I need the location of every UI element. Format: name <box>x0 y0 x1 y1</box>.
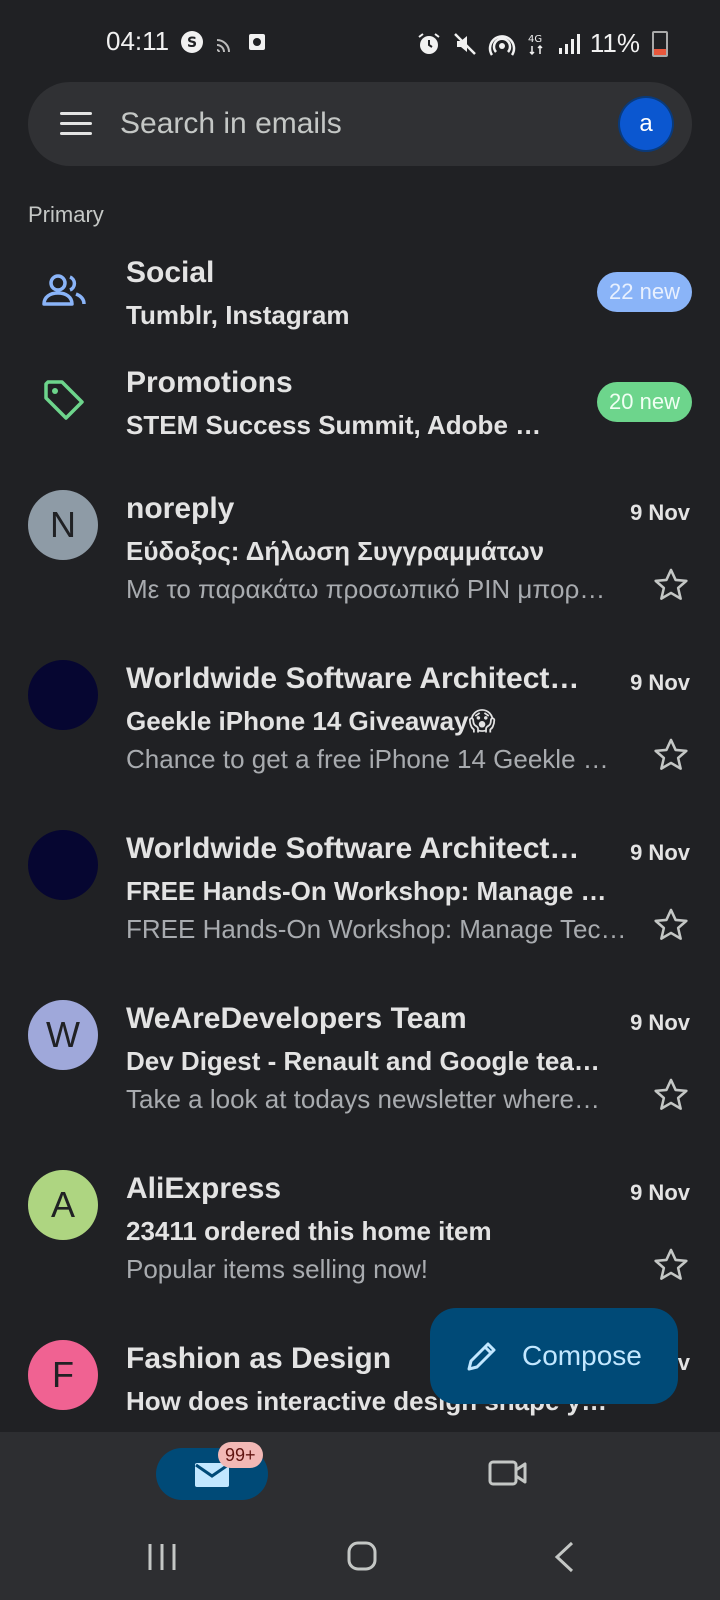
svg-text:4G: 4G <box>528 34 542 45</box>
sender-avatar <box>28 830 98 900</box>
recent-apps-icon[interactable] <box>146 1542 178 1572</box>
video-camera-icon[interactable] <box>488 1456 528 1490</box>
star-icon[interactable] <box>652 906 690 944</box>
sender-name: noreply <box>126 492 235 525</box>
email-subject: FREE Hands-On Workshop: Manage … <box>126 876 607 906</box>
category-title: Social <box>126 256 215 289</box>
status-time: 04:11 <box>106 26 170 56</box>
sender-avatar: N <box>28 490 98 560</box>
status-left-icons: S <box>180 30 268 54</box>
hamburger-menu-icon[interactable] <box>60 112 92 136</box>
email-date: 9 Nov <box>630 670 690 695</box>
battery-percent: 11% <box>589 28 640 58</box>
back-icon[interactable] <box>552 1540 576 1574</box>
star-icon[interactable] <box>652 1246 690 1284</box>
search-bar[interactable]: Search in emails a <box>28 82 692 166</box>
sender-name: AliExpress <box>126 1172 282 1205</box>
email-row[interactable]: Worldwide Software Architect… 9 Nov FREE… <box>0 830 720 1000</box>
status-bar: 04:11 S 4G 11% <box>0 0 720 88</box>
email-row[interactable]: Worldwide Software Architect… 9 Nov Geek… <box>0 660 720 830</box>
sender-name: Worldwide Software Architect… <box>126 662 580 695</box>
email-date: 9 Nov <box>630 840 690 865</box>
sender-avatar: F <box>28 1340 98 1410</box>
sender-avatar: W <box>28 1000 98 1070</box>
new-count-badge: 22 new <box>597 272 692 312</box>
home-icon[interactable] <box>346 1540 378 1572</box>
account-avatar[interactable]: a <box>620 98 672 150</box>
bottom-navigation: 99+ <box>0 1432 720 1522</box>
email-row[interactable]: W WeAreDevelopers Team 9 Nov Dev Digest … <box>0 1000 720 1170</box>
star-icon[interactable] <box>652 566 690 604</box>
system-navigation-bar <box>0 1522 720 1600</box>
sender-name: Worldwide Software Architect… <box>126 832 580 865</box>
email-subject: 23411 ordered this home item <box>126 1216 492 1246</box>
svg-text:S: S <box>187 35 197 51</box>
battery-icon <box>652 30 668 57</box>
pencil-icon <box>467 1342 496 1371</box>
mute-icon <box>454 32 476 55</box>
email-date: 9 Nov <box>630 1010 690 1035</box>
category-promotions[interactable]: Promotions STEM Success Summit, Adobe … … <box>0 360 720 460</box>
sender-name: WeAreDevelopers Team <box>126 1002 467 1035</box>
skype-icon: S <box>181 31 203 53</box>
cast-icon <box>216 39 230 53</box>
email-subject: Εύδοξος: Δήλωση Συγγραμμάτων <box>126 536 545 566</box>
sender-avatar: A <box>28 1170 98 1240</box>
compose-label: Compose <box>522 1340 642 1371</box>
unread-count-badge: 99+ <box>218 1442 263 1468</box>
hotspot-icon <box>488 34 516 56</box>
section-label: Primary <box>28 202 104 227</box>
email-date: 9 Nov <box>630 1180 690 1205</box>
category-social[interactable]: Social Tumblr, Instagram 22 new <box>0 250 720 350</box>
signal-icon <box>558 33 580 54</box>
star-icon[interactable] <box>652 736 690 774</box>
status-right-icons: 4G 11% <box>416 28 668 59</box>
tag-icon <box>44 380 84 420</box>
email-snippet: Take a look at todays newsletter where… <box>126 1084 601 1114</box>
email-subject: Dev Digest - Renault and Google tea… <box>126 1046 600 1076</box>
photo-icon <box>249 34 265 50</box>
category-title: Promotions <box>126 366 293 399</box>
email-row[interactable]: N noreply 9 Nov Εύδοξος: Δήλωση Συγγραμμ… <box>0 490 720 660</box>
people-icon <box>42 274 86 306</box>
email-snippet: Chance to get a free iPhone 14 Geekle … <box>126 744 609 774</box>
category-subtitle: STEM Success Summit, Adobe … <box>126 410 542 440</box>
alarm-icon <box>418 32 440 54</box>
sender-avatar <box>28 660 98 730</box>
network-4g-icon: 4G <box>528 34 543 55</box>
category-subtitle: Tumblr, Instagram <box>126 300 350 330</box>
email-snippet: Popular items selling now! <box>126 1254 429 1284</box>
email-snippet: FREE Hands-On Workshop: Manage Tec… <box>126 914 627 944</box>
email-subject: Geekle iPhone 14 Giveaway😱 <box>126 706 496 736</box>
email-snippet: Με το παρακάτω προσωπικό PIN μπορ… <box>126 574 606 604</box>
compose-button[interactable]: Compose <box>430 1308 678 1404</box>
new-count-badge: 20 new <box>597 382 692 422</box>
search-input[interactable]: Search in emails <box>120 107 342 141</box>
email-date: 9 Nov <box>630 500 690 525</box>
star-icon[interactable] <box>652 1076 690 1114</box>
